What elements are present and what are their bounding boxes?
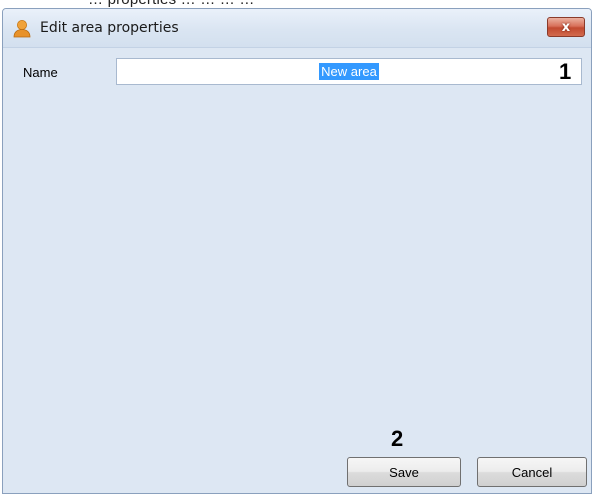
cancel-button[interactable]: Cancel bbox=[477, 457, 587, 487]
user-icon bbox=[13, 20, 31, 38]
close-button[interactable]: x bbox=[547, 17, 585, 37]
callout-number-1: 1 bbox=[559, 59, 572, 84]
cropped-heading-fragment: … properties … … … … bbox=[88, 0, 255, 8]
name-label: Name bbox=[23, 65, 58, 80]
cropped-document-strip: … properties … … … … bbox=[0, 0, 594, 8]
close-icon: x bbox=[561, 19, 571, 35]
dialog-title: Edit area properties bbox=[40, 20, 179, 36]
edit-area-dialog: Edit area properties x Name New area 1 2… bbox=[2, 8, 592, 494]
dialog-body: Name New area 1 2 Save Cancel bbox=[3, 48, 591, 493]
title-bar[interactable]: Edit area properties x bbox=[3, 9, 591, 48]
save-button[interactable]: Save bbox=[347, 457, 461, 487]
callout-number-2: 2 bbox=[391, 426, 404, 451]
name-input-selected-text: New area bbox=[319, 63, 379, 80]
name-input[interactable]: New area bbox=[116, 58, 582, 85]
